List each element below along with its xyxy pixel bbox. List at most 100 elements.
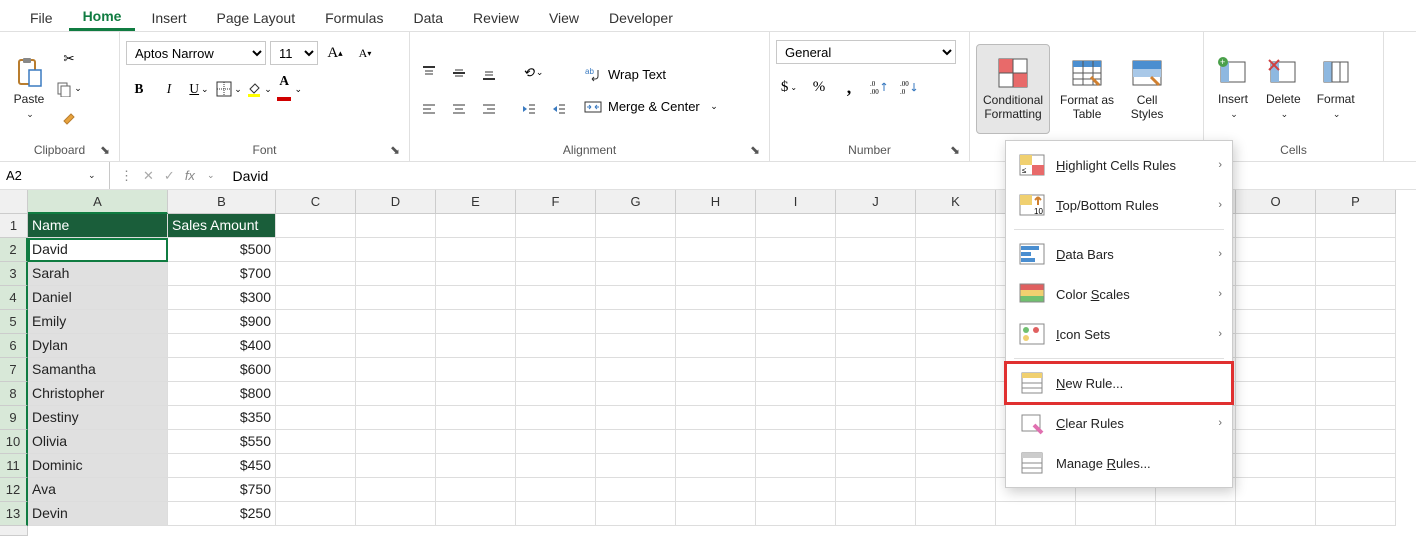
cell[interactable] (436, 286, 516, 310)
cell[interactable]: Olivia (28, 430, 168, 454)
cell[interactable] (836, 238, 916, 262)
cell[interactable] (596, 286, 676, 310)
cell[interactable] (1236, 454, 1316, 478)
cell[interactable] (596, 334, 676, 358)
cut-button[interactable]: ✂ (56, 46, 82, 72)
paste-button[interactable]: Paste⌄ (6, 44, 52, 134)
row-header[interactable]: 13 (0, 502, 28, 526)
cell[interactable] (916, 382, 996, 406)
cell[interactable] (596, 214, 676, 238)
cell[interactable]: Daniel (28, 286, 168, 310)
cell[interactable] (916, 214, 996, 238)
cell[interactable] (596, 454, 676, 478)
cell[interactable]: Ava (28, 478, 168, 502)
cell[interactable] (1236, 334, 1316, 358)
cell[interactable] (436, 502, 516, 526)
row-header[interactable]: 5 (0, 310, 28, 334)
cell[interactable] (276, 286, 356, 310)
cell[interactable] (756, 310, 836, 334)
cell[interactable] (676, 382, 756, 406)
cell[interactable] (756, 358, 836, 382)
cell[interactable] (596, 310, 676, 334)
cell[interactable] (1316, 478, 1396, 502)
cell[interactable] (436, 214, 516, 238)
cell[interactable] (676, 310, 756, 334)
align-bottom-button[interactable] (476, 60, 502, 86)
format-painter-button[interactable] (56, 106, 82, 132)
cell[interactable] (676, 262, 756, 286)
cell[interactable] (276, 238, 356, 262)
cell[interactable] (436, 454, 516, 478)
cell[interactable] (676, 238, 756, 262)
cell[interactable] (916, 478, 996, 502)
cell[interactable] (756, 214, 836, 238)
cell[interactable] (836, 358, 916, 382)
menu-highlight-cells-rules[interactable]: ≤ Highlight Cells Rules › (1006, 145, 1232, 185)
increase-indent-button[interactable] (546, 96, 572, 122)
cell[interactable] (916, 358, 996, 382)
wrap-text-button[interactable]: ab Wrap Text (576, 62, 726, 88)
cell[interactable]: $350 (168, 406, 276, 430)
tab-review[interactable]: Review (459, 4, 533, 31)
row-header[interactable]: 11 (0, 454, 28, 478)
cell[interactable] (276, 310, 356, 334)
cell[interactable]: Sales Amount (168, 214, 276, 238)
cell[interactable] (1316, 262, 1396, 286)
tab-page-layout[interactable]: Page Layout (202, 4, 309, 31)
tab-view[interactable]: View (535, 4, 593, 31)
cell[interactable] (516, 382, 596, 406)
cell[interactable] (276, 262, 356, 286)
cell[interactable] (836, 334, 916, 358)
cell[interactable] (916, 262, 996, 286)
cell[interactable] (436, 382, 516, 406)
number-dialog-launcher[interactable]: ⬊ (949, 143, 961, 155)
cell[interactable] (356, 358, 436, 382)
underline-button[interactable]: U⌄ (186, 76, 212, 102)
column-header[interactable]: A (28, 190, 168, 214)
cell[interactable] (1236, 310, 1316, 334)
cell[interactable] (1236, 382, 1316, 406)
cell[interactable] (1316, 502, 1396, 526)
tab-data[interactable]: Data (399, 4, 457, 31)
cell[interactable] (836, 502, 916, 526)
font-size-select[interactable]: 11 (270, 41, 318, 65)
cell[interactable] (756, 382, 836, 406)
cell[interactable] (276, 334, 356, 358)
cell[interactable] (1236, 406, 1316, 430)
cell[interactable] (516, 214, 596, 238)
borders-button[interactable]: ⌄ (216, 76, 242, 102)
cell[interactable] (1316, 358, 1396, 382)
cell[interactable] (436, 238, 516, 262)
column-header[interactable]: D (356, 190, 436, 214)
cell[interactable] (996, 502, 1076, 526)
cell[interactable] (916, 286, 996, 310)
cell[interactable]: Name (28, 214, 168, 238)
cell[interactable] (756, 286, 836, 310)
cell[interactable] (756, 430, 836, 454)
align-center-button[interactable] (446, 96, 472, 122)
menu-manage-rules[interactable]: Manage Rules... (1006, 443, 1232, 483)
cell[interactable] (836, 478, 916, 502)
chevron-down-icon[interactable]: ⌄ (203, 170, 219, 181)
cell[interactable] (596, 262, 676, 286)
menu-color-scales[interactable]: Color Scales › (1006, 274, 1232, 314)
cell[interactable] (676, 358, 756, 382)
row-header[interactable]: 2 (0, 238, 28, 262)
cell[interactable] (516, 358, 596, 382)
conditional-formatting-button[interactable]: Conditional Formatting (976, 44, 1050, 134)
cell[interactable]: Sarah (28, 262, 168, 286)
cell[interactable] (596, 478, 676, 502)
column-header[interactable]: P (1316, 190, 1396, 214)
column-header[interactable]: B (168, 190, 276, 214)
cell[interactable] (1236, 358, 1316, 382)
cell[interactable] (1236, 502, 1316, 526)
cell[interactable] (756, 334, 836, 358)
cell[interactable]: $450 (168, 454, 276, 478)
cell[interactable] (1316, 286, 1396, 310)
cell[interactable] (1236, 286, 1316, 310)
cell[interactable] (836, 454, 916, 478)
column-header[interactable]: C (276, 190, 356, 214)
cell[interactable] (356, 454, 436, 478)
cell[interactable] (516, 334, 596, 358)
tab-formulas[interactable]: Formulas (311, 4, 397, 31)
